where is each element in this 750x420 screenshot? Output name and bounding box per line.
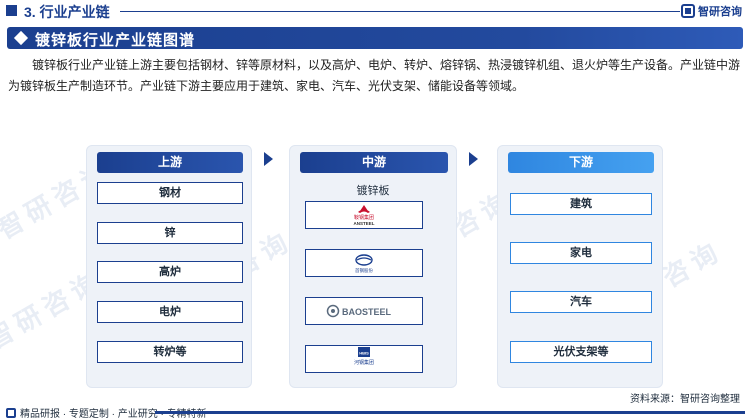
brand-name: 智研咨询 [698,6,742,18]
ansteel-name: 鞍钢集团 [354,214,374,221]
upstream-item: 锌 [97,222,243,244]
upstream-column: 上游 钢材 锌 高炉 电炉 转炉等 [86,145,252,388]
midstream-label: 镀锌板 [356,185,390,197]
footer: 精品研报 · 专题定制 · 产业研究 · 专精特新 资料来源：智研咨询整理 [0,394,750,420]
description-text: 镀锌板行业产业链上游主要包括钢材、锌等原材料，以及高炉、电炉、转炉、熔锌锅、热浸… [8,58,741,93]
brand: 智研咨询 [681,3,742,19]
flow-arrow-icon [469,152,478,166]
footer-logo-icon [6,407,16,418]
company-logo-baosteel: BAOSTEEL [305,297,423,325]
hbis-logo-icon: HBIS 河钢集团 [354,347,374,366]
footer-bar [155,411,745,414]
shougang-logo-icon: 首钢股份 [355,254,373,274]
title-banner: 镀锌板行业产业链图谱 [7,27,743,49]
header-divider [120,11,680,12]
downstream-item: 建筑 [510,193,652,215]
section-marker [6,5,17,16]
upstream-item: 高炉 [97,261,243,283]
ansteel-logo-icon: 鞍钢集团 ANSTEEL [353,205,375,226]
downstream-item: 光伏支架等 [510,341,652,363]
company-logo-hbis: HBIS 河钢集团 [305,345,423,373]
downstream-column: 下游 建筑 家电 汽车 光伏支架等 [497,145,663,388]
hbis-name: 河钢集团 [354,359,374,366]
hbis-sub: HBIS [359,351,369,356]
company-logo-shougang: 首钢股份 [305,249,423,277]
brand-logo-icon [681,4,695,18]
shougang-name: 首钢股份 [355,267,373,274]
baosteel-name: BAOSTEEL [342,307,392,317]
downstream-item: 家电 [510,242,652,264]
upstream-item: 钢材 [97,182,243,204]
upstream-header: 上游 [97,152,243,173]
upstream-item: 转炉等 [97,341,243,363]
downstream-item: 汽车 [510,291,652,313]
midstream-column: 中游 镀锌板 鞍钢集团 ANSTEEL 首钢股份 BAOSTEEL HBIS 河… [289,145,457,388]
source-note: 资料来源：智研咨询整理 [630,394,740,405]
section-title: 3. 行业产业链 [24,4,110,20]
flow-arrow-icon [264,152,273,166]
diamond-icon [13,30,29,46]
page-title: 镀锌板行业产业链图谱 [35,32,196,49]
midstream-header: 中游 [300,152,448,173]
company-logo-ansteel: 鞍钢集团 ANSTEEL [305,201,423,229]
ansteel-sub: ANSTEEL [353,221,374,226]
downstream-header: 下游 [508,152,654,173]
baosteel-logo-icon: BAOSTEEL [326,304,392,318]
upstream-item: 电炉 [97,301,243,323]
section-header: 3. 行业产业链 智研咨询 [0,0,750,22]
